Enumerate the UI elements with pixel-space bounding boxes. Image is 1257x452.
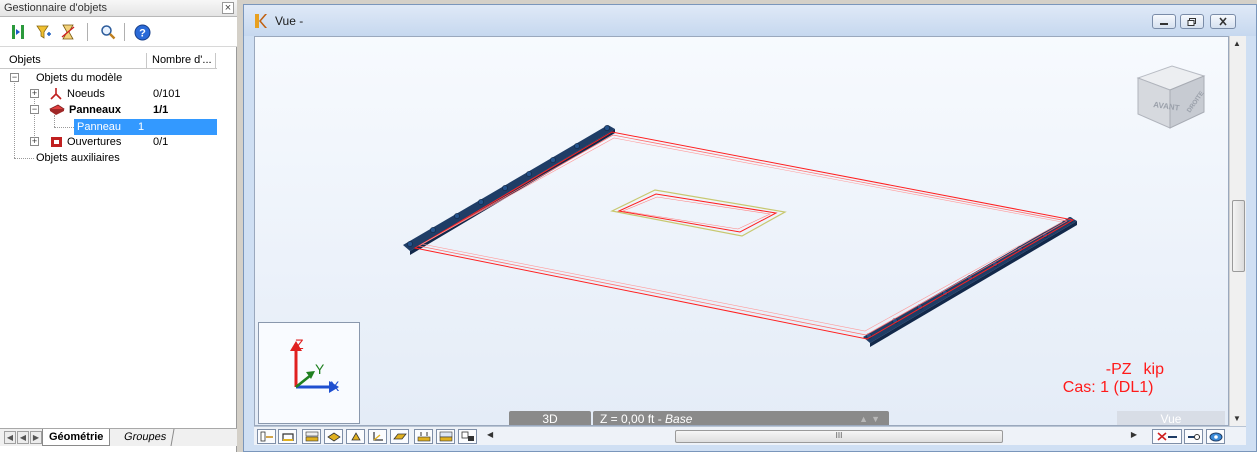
prev-tab-icon[interactable]: ◀: [17, 431, 29, 444]
object-manager-tabs: ◀ ◀ ▶ Géométrie Groupes: [0, 428, 237, 446]
result-unit: kip: [1143, 361, 1164, 378]
numbering-icon[interactable]: [436, 429, 455, 444]
3d-viewport[interactable]: AVANT DROITE Z Y X -PZ kip Cas: 1 (DL1): [254, 36, 1229, 426]
help-icon[interactable]: ?: [132, 22, 152, 42]
vue-button[interactable]: Vue: [1117, 411, 1225, 425]
hide-elements-icon[interactable]: [1152, 429, 1182, 444]
close-button[interactable]: [1210, 14, 1236, 29]
axis-triad-box: Z Y X: [258, 322, 360, 424]
next-tab-icon[interactable]: ▶: [30, 431, 42, 444]
tree-node-model-objects[interactable]: − Objets du modèle: [0, 70, 220, 86]
minimize-button[interactable]: [1152, 14, 1176, 29]
restore-button[interactable]: [1180, 14, 1204, 29]
local-axes-icon[interactable]: [368, 429, 387, 444]
expand-icon[interactable]: +: [30, 137, 39, 146]
object-manager-title: Gestionnaire d'objets ×: [0, 0, 237, 17]
tree-node-ouvertures[interactable]: + Ouvertures 0/1: [0, 134, 220, 150]
opening-outline[interactable]: [610, 189, 787, 237]
tree-label: Panneaux: [69, 104, 121, 116]
result-case: Cas: 1 (DL1): [1062, 379, 1154, 396]
scroll-down-icon[interactable]: ▼: [1233, 414, 1241, 423]
axis-z-label: Z: [295, 336, 304, 352]
expand-icon[interactable]: +: [30, 89, 39, 98]
result-component: -PZ: [1105, 361, 1132, 378]
toolbar-separator: [87, 23, 88, 41]
close-icon[interactable]: ×: [222, 2, 234, 14]
axis-x-label: X: [330, 378, 340, 394]
work-plane-name: Base: [665, 412, 693, 426]
tab-geometrie[interactable]: Géométrie: [42, 429, 111, 446]
view-window: Vue - AVANT DROITE Z Y X -PZ kip Cas: 1 …: [243, 4, 1257, 452]
column-header-objets[interactable]: Objets: [5, 53, 147, 69]
scroll-left-icon[interactable]: ◀: [487, 430, 493, 439]
work-plane-selector[interactable]: Z = 0,00 ft - Base ▲▼: [593, 411, 889, 426]
object-manager-toolbar: ?: [0, 17, 237, 47]
object-manager-panel: Gestionnaire d'objets × ? Objets Nombre …: [0, 0, 237, 452]
tree-label: Objets auxiliaires: [36, 152, 120, 164]
vertical-scrollbar[interactable]: ▲ ▼: [1229, 36, 1246, 426]
tree-label: Ouvertures: [67, 136, 122, 148]
collapse-icon[interactable]: −: [30, 105, 39, 114]
plane-arrows-icon[interactable]: ▲▼: [859, 411, 883, 425]
scroll-up-icon[interactable]: ▲: [1233, 39, 1241, 48]
tree-label: Noeuds: [67, 88, 105, 100]
collapse-icon[interactable]: −: [10, 73, 19, 82]
view-titlebar: Vue -: [244, 5, 1256, 36]
tree-node-noeuds[interactable]: + Noeuds 0/101: [0, 86, 220, 102]
object-tree: − Objets du modèle + Noeuds 0/101 − Pann…: [0, 70, 230, 420]
column-header-nombre[interactable]: Nombre d'...: [148, 53, 216, 69]
view-bottom-toolbar: ◀ III ▶: [254, 426, 1246, 445]
tree-count: 1: [138, 121, 145, 133]
loads-icon[interactable]: [414, 429, 433, 444]
object-manager-title-text: Gestionnaire d'objets: [4, 2, 107, 14]
section-shapes-icon[interactable]: [302, 429, 321, 444]
hourglass-filter-icon[interactable]: [58, 22, 78, 42]
result-legend: -PZ kip Cas: 1 (DL1): [1063, 361, 1176, 397]
view-title: Vue -: [275, 14, 304, 28]
tree-column-headers: Objets Nombre d'...: [0, 53, 217, 69]
tree-label: Panneau: [77, 121, 122, 133]
first-tab-icon[interactable]: ◀: [4, 431, 16, 444]
vertical-scroll-thumb[interactable]: [1232, 200, 1245, 272]
app-logo-icon: [253, 13, 267, 29]
select-columns-icon[interactable]: [8, 22, 28, 42]
bar-numbers-icon[interactable]: [278, 429, 297, 444]
left-support[interactable]: [403, 125, 615, 255]
toolbar-separator: [124, 23, 125, 41]
tree-count: 1/1: [153, 104, 169, 116]
work-plane-prefix: Z = 0,00 ft -: [600, 412, 666, 426]
node-numbers-icon[interactable]: [257, 429, 276, 444]
svg-text:?: ?: [139, 27, 146, 39]
tree-node-panneaux[interactable]: − Panneaux 1/1: [0, 102, 220, 118]
tree-count: 0/1: [153, 136, 169, 148]
panel-fill-icon[interactable]: [324, 429, 343, 444]
horizontal-scroll-thumb[interactable]: III: [675, 430, 1003, 443]
filter-icon[interactable]: [34, 22, 54, 42]
display-settings-icon[interactable]: [458, 429, 477, 444]
tab-groupes[interactable]: Groupes: [116, 429, 175, 446]
horizontal-scrollbar[interactable]: ◀ III ▶: [487, 430, 1137, 443]
search-icon[interactable]: [98, 22, 118, 42]
axis-y-label: Y: [315, 361, 325, 377]
tree-count: 0/101: [153, 88, 181, 100]
supports-icon[interactable]: [346, 429, 365, 444]
tree-label: Objets du modèle: [36, 72, 123, 84]
scroll-right-icon[interactable]: ▶: [1131, 430, 1137, 439]
panel-icon: [49, 104, 65, 120]
panel-thickness-icon[interactable]: [390, 429, 409, 444]
tree-connector: [54, 127, 74, 128]
view-mode-3d-button[interactable]: 3D: [509, 411, 591, 425]
tree-node-aux-objects[interactable]: Objets auxiliaires: [0, 150, 220, 166]
selection-filter-icon[interactable]: [1184, 429, 1203, 444]
view-navigation-cube[interactable]: AVANT DROITE: [1130, 52, 1210, 132]
tree-node-panneau-selected[interactable]: Panneau 1: [74, 119, 217, 135]
view-options-icon[interactable]: [1206, 429, 1225, 444]
